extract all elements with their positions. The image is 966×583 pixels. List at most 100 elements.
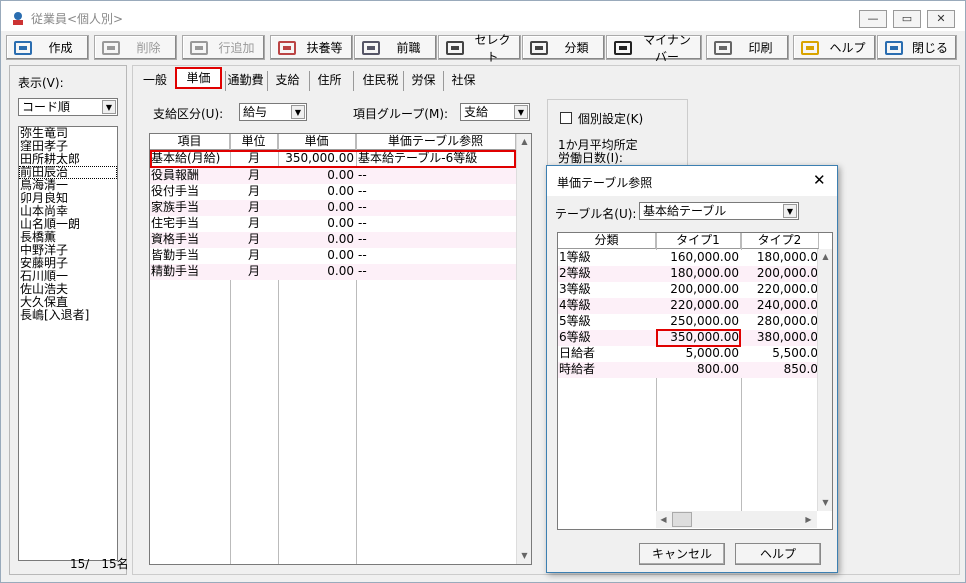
previous-job-button[interactable]: 前職 xyxy=(354,35,437,60)
cell-price: 0.00 xyxy=(327,232,354,246)
selected-row-highlight xyxy=(150,150,516,168)
scroll-up-icon[interactable]: ▲ xyxy=(818,249,832,264)
employee-list[interactable]: 弥生竜司 窪田孝子 田所耕太郎 前田辰治 鳥海清一 卯月良知 山本尚幸 山名順一朗 長橋薫 中野洋… xyxy=(18,126,118,561)
close-icon[interactable]: ✕ xyxy=(927,10,955,28)
add-row-button: 行追加 xyxy=(182,35,265,60)
tab-4[interactable]: 住所 xyxy=(309,71,349,91)
chevron-down-icon[interactable]: ▼ xyxy=(291,105,305,119)
close-button-label: 閉じる xyxy=(911,41,948,55)
item-group-value: 支給 xyxy=(464,105,489,119)
people-icon xyxy=(277,39,297,57)
title-bar: 従業員<個人別> — ▭ ✕ xyxy=(1,1,965,31)
tab-3[interactable]: 支給 xyxy=(267,71,307,91)
list-item[interactable]: 長嶋[入退者] xyxy=(19,309,117,322)
cell-type2: 220,000.0 xyxy=(756,282,818,296)
tab-2[interactable]: 通勤費 xyxy=(225,71,265,91)
sort-select[interactable]: コード順 ▼ xyxy=(18,98,118,116)
select-button[interactable]: セレクト xyxy=(438,33,521,64)
left-panel: 表示(V): コード順 ▼ 弥生竜司 窪田孝子 田所耕太郎 前田辰治 鳥海清一 卯月良知山… xyxy=(9,65,129,575)
cancel-button[interactable]: キャンセル xyxy=(639,543,725,565)
delete-button-label: 削除 xyxy=(136,41,161,55)
dependents-button[interactable]: 扶養等 xyxy=(270,35,353,60)
classify-button[interactable]: 分類 xyxy=(522,35,605,60)
scroll-thumb[interactable] xyxy=(672,512,692,527)
cell-class: 6等級 xyxy=(559,330,591,344)
cell-ref: -- xyxy=(358,264,367,278)
create-button[interactable]: 作成 xyxy=(6,35,89,60)
scroll-down-icon[interactable]: ▼ xyxy=(818,495,832,510)
price-grid[interactable]: 項目 単位 単価 単価テーブル参照 基本給(月給) 月 350,000.00 基本給テーブル-… xyxy=(149,133,532,565)
help-button[interactable]: ヘルプ xyxy=(793,35,876,60)
tab-5[interactable]: 住民税 xyxy=(353,71,407,91)
chevron-down-icon[interactable]: ▼ xyxy=(514,105,528,119)
cell-item: 皆勤手当 xyxy=(151,248,200,262)
pay-type-label: 支給区分(U): xyxy=(153,107,224,121)
cell-class: 4等級 xyxy=(559,298,591,312)
help-button[interactable]: ヘルプ xyxy=(735,543,821,565)
scroll-down-icon[interactable]: ▼ xyxy=(517,548,531,563)
previous-job-button-label: 前職 xyxy=(396,41,421,55)
trash-icon xyxy=(101,39,121,57)
lightbulb-icon xyxy=(800,39,820,57)
tab-6[interactable]: 労保 xyxy=(403,71,443,91)
table-icon xyxy=(189,39,209,57)
chevron-down-icon[interactable]: ▼ xyxy=(102,100,116,114)
edit-card-icon xyxy=(13,39,33,57)
scroll-left-icon[interactable]: ◀ xyxy=(656,512,671,527)
cell-item: 役員報酬 xyxy=(151,168,200,182)
print-button[interactable]: 印刷 xyxy=(706,35,789,60)
horizontal-scrollbar[interactable]: ◀ ▶ xyxy=(656,511,817,528)
door-icon xyxy=(884,39,904,57)
create-button-label: 作成 xyxy=(48,41,73,55)
cell-price: 0.00 xyxy=(327,248,354,262)
cell-type2: 280,000.0 xyxy=(756,314,818,328)
vertical-scrollbar[interactable]: ▲ ▼ xyxy=(817,249,832,511)
column-header[interactable]: 単価 xyxy=(278,134,356,150)
window-title: 従業員<個人別> xyxy=(31,12,124,26)
column-header[interactable]: 単価テーブル参照 xyxy=(356,134,516,150)
minimize-icon[interactable]: — xyxy=(859,10,887,28)
column-header[interactable]: 分類 xyxy=(558,233,656,249)
cell-class: 日給者 xyxy=(559,346,596,360)
classify-button-label: 分類 xyxy=(564,41,589,55)
scroll-right-icon[interactable]: ▶ xyxy=(801,512,816,527)
cell-type2: 850.0 xyxy=(783,362,818,376)
cell-item: 資格手当 xyxy=(151,232,200,246)
vertical-scrollbar[interactable]: ▲ ▼ xyxy=(516,134,531,564)
cell-unit: 月 xyxy=(247,232,260,246)
cell-unit: 月 xyxy=(247,200,260,214)
tab-1[interactable]: 単価 xyxy=(175,67,222,89)
close-button[interactable]: 閉じる xyxy=(877,35,957,60)
column-header[interactable]: タイプ1 xyxy=(656,233,741,249)
column-header[interactable]: 単位 xyxy=(230,134,278,150)
dialog-title: 単価テーブル参照 xyxy=(557,176,653,190)
table-name-label: テーブル名(U): xyxy=(555,207,637,221)
maximize-icon[interactable]: ▭ xyxy=(893,10,921,28)
dialog-title-bar: 単価テーブル参照 ✕ xyxy=(547,166,837,196)
my-number-button[interactable]: マイナンバー xyxy=(606,33,702,64)
individual-checkbox[interactable] xyxy=(560,112,572,124)
cell-type2: 5,500.0 xyxy=(772,346,818,360)
tab-0[interactable]: 一般 xyxy=(137,71,173,91)
column-header[interactable]: 項目 xyxy=(150,134,230,150)
grade-table[interactable]: 分類 タイプ1 タイプ2 1等級 160,000.00 180,000.0 2等級 180,0… xyxy=(557,232,833,530)
cell-ref: -- xyxy=(358,184,367,198)
close-icon[interactable]: ✕ xyxy=(813,171,826,189)
pay-type-select[interactable]: 給与 ▼ xyxy=(239,103,307,121)
table-name-select[interactable]: 基本給テーブル ▼ xyxy=(639,202,799,220)
dependents-button-label: 扶養等 xyxy=(306,41,343,55)
cell-type1: 5,000.00 xyxy=(685,346,739,360)
chevron-down-icon[interactable]: ▼ xyxy=(783,204,797,218)
cell-type2: 240,000.0 xyxy=(756,298,818,312)
cell-class: 時給者 xyxy=(559,362,596,376)
cell-price: 0.00 xyxy=(327,200,354,214)
cell-price: 0.00 xyxy=(327,264,354,278)
tab-7[interactable]: 社保 xyxy=(443,71,483,91)
item-group-select[interactable]: 支給 ▼ xyxy=(460,103,530,121)
cell-type1: 200,000.00 xyxy=(670,282,739,296)
scroll-up-icon[interactable]: ▲ xyxy=(517,134,531,149)
cell-class: 5等級 xyxy=(559,314,591,328)
selected-cell-highlight xyxy=(656,329,741,347)
column-header[interactable]: タイプ2 xyxy=(741,233,819,249)
cell-item: 住宅手当 xyxy=(151,216,200,230)
